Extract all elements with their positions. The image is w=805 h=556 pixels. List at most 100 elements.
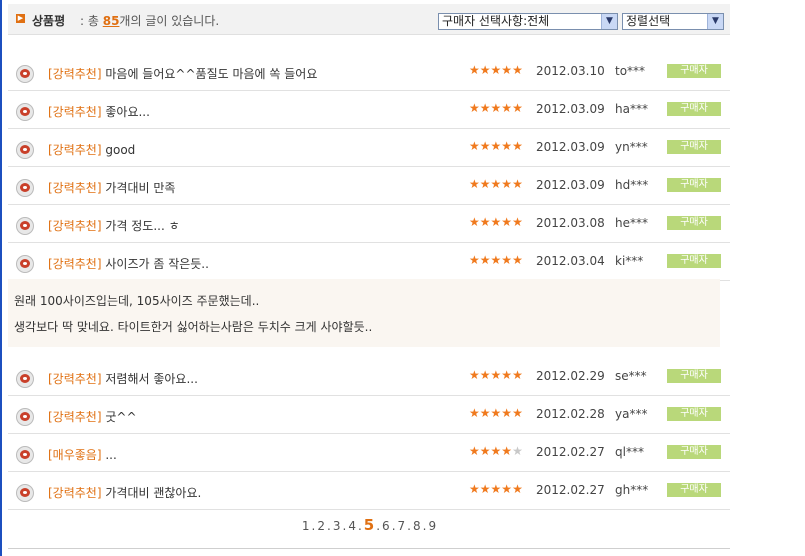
review-subject[interactable]: 사이즈가 좀 작은듯..	[105, 257, 209, 271]
star-icon: ★	[501, 253, 513, 267]
review-title-link[interactable]: [강력추천] 굿^^	[48, 408, 137, 425]
review-date: 2012.03.10	[536, 64, 605, 78]
star-icon: ★	[512, 139, 523, 153]
star-icon: ★	[479, 63, 491, 77]
star-icon: ★	[479, 101, 491, 115]
page-link[interactable]: 1	[302, 519, 310, 533]
review-subject[interactable]: ...	[105, 448, 116, 462]
review-row[interactable]: [강력추천] 사이즈가 좀 작은듯.. ★★★★★ 2012.03.04 ki*** 구…	[8, 242, 730, 281]
star-icon: ★	[501, 177, 513, 191]
review-subject[interactable]: 좋아요...	[105, 105, 150, 119]
page-link[interactable]: 6	[382, 519, 390, 533]
review-row[interactable]: [매우좋음] ... ★★★★★ 2012.02.27 ql*** 구매자	[8, 433, 730, 472]
chevron-down-icon[interactable]: ▼	[707, 14, 723, 29]
star-icon: ★	[490, 406, 502, 420]
review-count[interactable]: 85	[103, 14, 120, 28]
page-link[interactable]: 3	[333, 519, 341, 533]
star-icon: ★	[469, 406, 480, 420]
review-row[interactable]: [강력추천] 가격 정도... ㅎ ★★★★★ 2012.03.08 he*** 구매자	[8, 204, 730, 243]
star-icon: ★	[469, 215, 480, 229]
star-icon: ★	[490, 101, 502, 115]
review-subject[interactable]: good	[105, 143, 135, 157]
review-date: 2012.03.09	[536, 178, 605, 192]
review-title-link[interactable]: [강력추천] 사이즈가 좀 작은듯..	[48, 255, 209, 272]
review-title-link[interactable]: [강력추천] 가격대비 만족	[48, 179, 175, 196]
star-icon: ★	[479, 177, 491, 191]
recommend-tag: [강력추천]	[48, 181, 102, 195]
star-icon: ★	[479, 253, 491, 267]
rating-stars: ★★★★★	[469, 253, 523, 267]
avatar-icon	[16, 408, 34, 426]
star-icon: ★	[490, 177, 502, 191]
review-row[interactable]: [강력추천] 굿^^ ★★★★★ 2012.02.28 ya*** 구매자	[8, 395, 730, 434]
review-row[interactable]: [강력추천] 마음에 들어요^^품질도 마음에 쏙 들어요 ★★★★★ 2012.0…	[8, 52, 730, 91]
page-separator: .	[342, 519, 347, 533]
review-subject[interactable]: 가격대비 괜찮아요.	[105, 486, 201, 500]
buyer-badge: 구매자	[667, 369, 721, 383]
reviewer-id: ki***	[615, 254, 644, 268]
reviewer-id: se***	[615, 369, 647, 383]
star-icon: ★	[469, 253, 480, 267]
review-title-link[interactable]: [강력추천] 마음에 들어요^^품질도 마음에 쏙 들어요	[48, 65, 317, 82]
star-icon: ★	[479, 368, 491, 382]
review-row[interactable]: [강력추천] 저렴해서 좋아요... ★★★★★ 2012.02.29 se*** 구매…	[8, 357, 730, 396]
review-subject[interactable]: 가격 정도... ㅎ	[105, 219, 179, 233]
star-icon: ★	[501, 101, 513, 115]
star-icon: ★	[512, 215, 523, 229]
review-subject[interactable]: 가격대비 만족	[105, 181, 175, 195]
review-date: 2012.03.04	[536, 254, 605, 268]
review-row[interactable]: [강력추천] good ★★★★★ 2012.03.09 yn*** 구매자	[8, 128, 730, 167]
review-subject[interactable]: 마음에 들어요^^품질도 마음에 쏙 들어요	[105, 67, 317, 81]
buyer-option-select[interactable]: 구매자 선택사항:전체 ▼	[438, 13, 618, 30]
star-icon: ★	[512, 406, 523, 420]
star-icon: ★	[512, 368, 523, 382]
sort-select[interactable]: 정렬선택 ▼	[622, 13, 724, 30]
page-link[interactable]: 9	[428, 519, 436, 533]
rating-stars: ★★★★★	[469, 139, 523, 153]
reviewer-id: he***	[615, 216, 648, 230]
star-icon: ★	[479, 444, 491, 458]
review-title-link[interactable]: [매우좋음] ...	[48, 446, 117, 463]
review-row[interactable]: [강력추천] 좋아요... ★★★★★ 2012.03.09 ha*** 구매자	[8, 90, 730, 129]
chevron-down-icon[interactable]: ▼	[601, 14, 617, 29]
page-separator: .	[422, 519, 427, 533]
review-subject[interactable]: 굿^^	[105, 410, 136, 424]
star-icon: ★	[469, 482, 480, 496]
review-date: 2012.03.09	[536, 102, 605, 116]
page-link[interactable]: 2	[317, 519, 325, 533]
review-title-link[interactable]: [강력추천] 가격대비 괜찮아요.	[48, 484, 201, 501]
review-title-link[interactable]: [강력추천] 가격 정도... ㅎ	[48, 217, 180, 234]
page-link[interactable]: 4	[348, 519, 356, 533]
avatar-icon	[16, 484, 34, 502]
star-icon: ★	[512, 101, 523, 115]
reviewer-id: to***	[615, 64, 646, 78]
page-separator: .	[391, 519, 396, 533]
review-row[interactable]: [강력추천] 가격대비 만족 ★★★★★ 2012.03.09 hd*** 구매자	[8, 166, 730, 205]
review-title-link[interactable]: [강력추천] 저렴해서 좋아요...	[48, 370, 198, 387]
review-date: 2012.03.08	[536, 216, 605, 230]
page-link[interactable]: 7	[398, 519, 406, 533]
buyer-badge: 구매자	[667, 140, 721, 154]
page-separator: .	[407, 519, 411, 533]
recommend-tag: [강력추천]	[48, 105, 102, 119]
star-icon: ★	[501, 215, 513, 229]
star-icon: ★	[512, 444, 523, 458]
sort-select-value: 정렬선택	[626, 14, 671, 28]
page-current[interactable]: 5	[364, 516, 374, 534]
rating-stars: ★★★★★	[469, 406, 523, 420]
review-subject[interactable]: 저렴해서 좋아요...	[105, 372, 198, 386]
expanded-review-line: 생각보다 딱 맞네요. 타이트한거 싫어하는사람은 두치수 크게 사야할듯..	[14, 320, 373, 334]
review-date: 2012.02.27	[536, 483, 605, 497]
page-separator: .	[376, 519, 381, 533]
star-icon: ★	[490, 444, 502, 458]
star-icon: ★	[512, 63, 523, 77]
buyer-badge: 구매자	[667, 64, 721, 78]
star-icon: ★	[490, 482, 502, 496]
rating-stars: ★★★★★	[469, 177, 523, 191]
star-icon: ★	[512, 177, 523, 191]
review-title-link[interactable]: [강력추천] 좋아요...	[48, 103, 150, 120]
reviewer-id: yn***	[615, 140, 648, 154]
review-row[interactable]: [강력추천] 가격대비 괜찮아요. ★★★★★ 2012.02.27 gh*** 구매자	[8, 471, 730, 510]
review-title-link[interactable]: [강력추천] good	[48, 141, 135, 158]
page-link[interactable]: 8	[413, 519, 421, 533]
